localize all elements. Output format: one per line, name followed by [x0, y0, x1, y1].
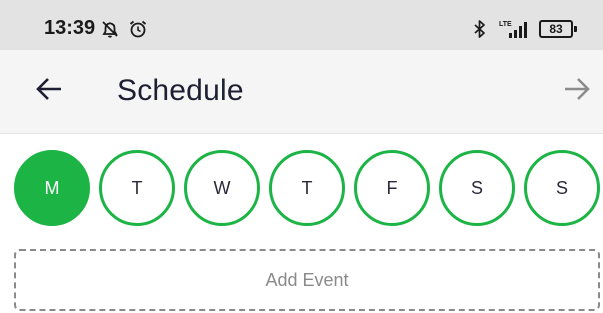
day-button-monday[interactable]: M — [14, 150, 90, 226]
status-time: 13:39 — [44, 17, 96, 39]
day-label: F — [386, 177, 398, 198]
add-event-label: Add Event — [265, 269, 349, 290]
day-label: T — [301, 177, 313, 198]
bluetooth-icon — [474, 20, 485, 38]
day-label: T — [131, 177, 143, 198]
day-button-wednesday[interactable]: W — [184, 150, 260, 226]
signal-icon: LTE — [499, 21, 527, 38]
arrow-right-icon — [565, 78, 590, 100]
app-bar: Schedule — [0, 50, 603, 134]
battery-icon: 83 — [539, 20, 577, 38]
day-button-tuesday[interactable]: T — [99, 150, 175, 226]
day-button-saturday[interactable]: S — [439, 150, 515, 226]
status-left-icons — [100, 19, 148, 39]
status-bar: 13:39 LTE 83 — [0, 0, 603, 50]
day-button-friday[interactable]: F — [354, 150, 430, 226]
day-selector: M T W T F S S — [0, 150, 603, 226]
day-label: W — [213, 177, 231, 198]
forward-button[interactable] — [562, 74, 592, 104]
battery-level: 83 — [549, 22, 563, 36]
day-label: S — [470, 177, 483, 198]
alarm-icon — [129, 20, 147, 38]
day-button-thursday[interactable]: T — [269, 150, 345, 226]
network-label: LTE — [499, 21, 512, 28]
day-label: S — [555, 177, 568, 198]
arrow-left-icon — [36, 78, 61, 100]
day-label: M — [44, 177, 60, 198]
status-right-icons: LTE 83 — [473, 18, 577, 40]
page-title: Schedule — [117, 74, 244, 107]
add-event-button[interactable]: Add Event — [14, 249, 600, 311]
notifications-off-icon — [102, 21, 118, 38]
back-button[interactable] — [34, 74, 64, 104]
day-button-sunday[interactable]: S — [524, 150, 600, 226]
